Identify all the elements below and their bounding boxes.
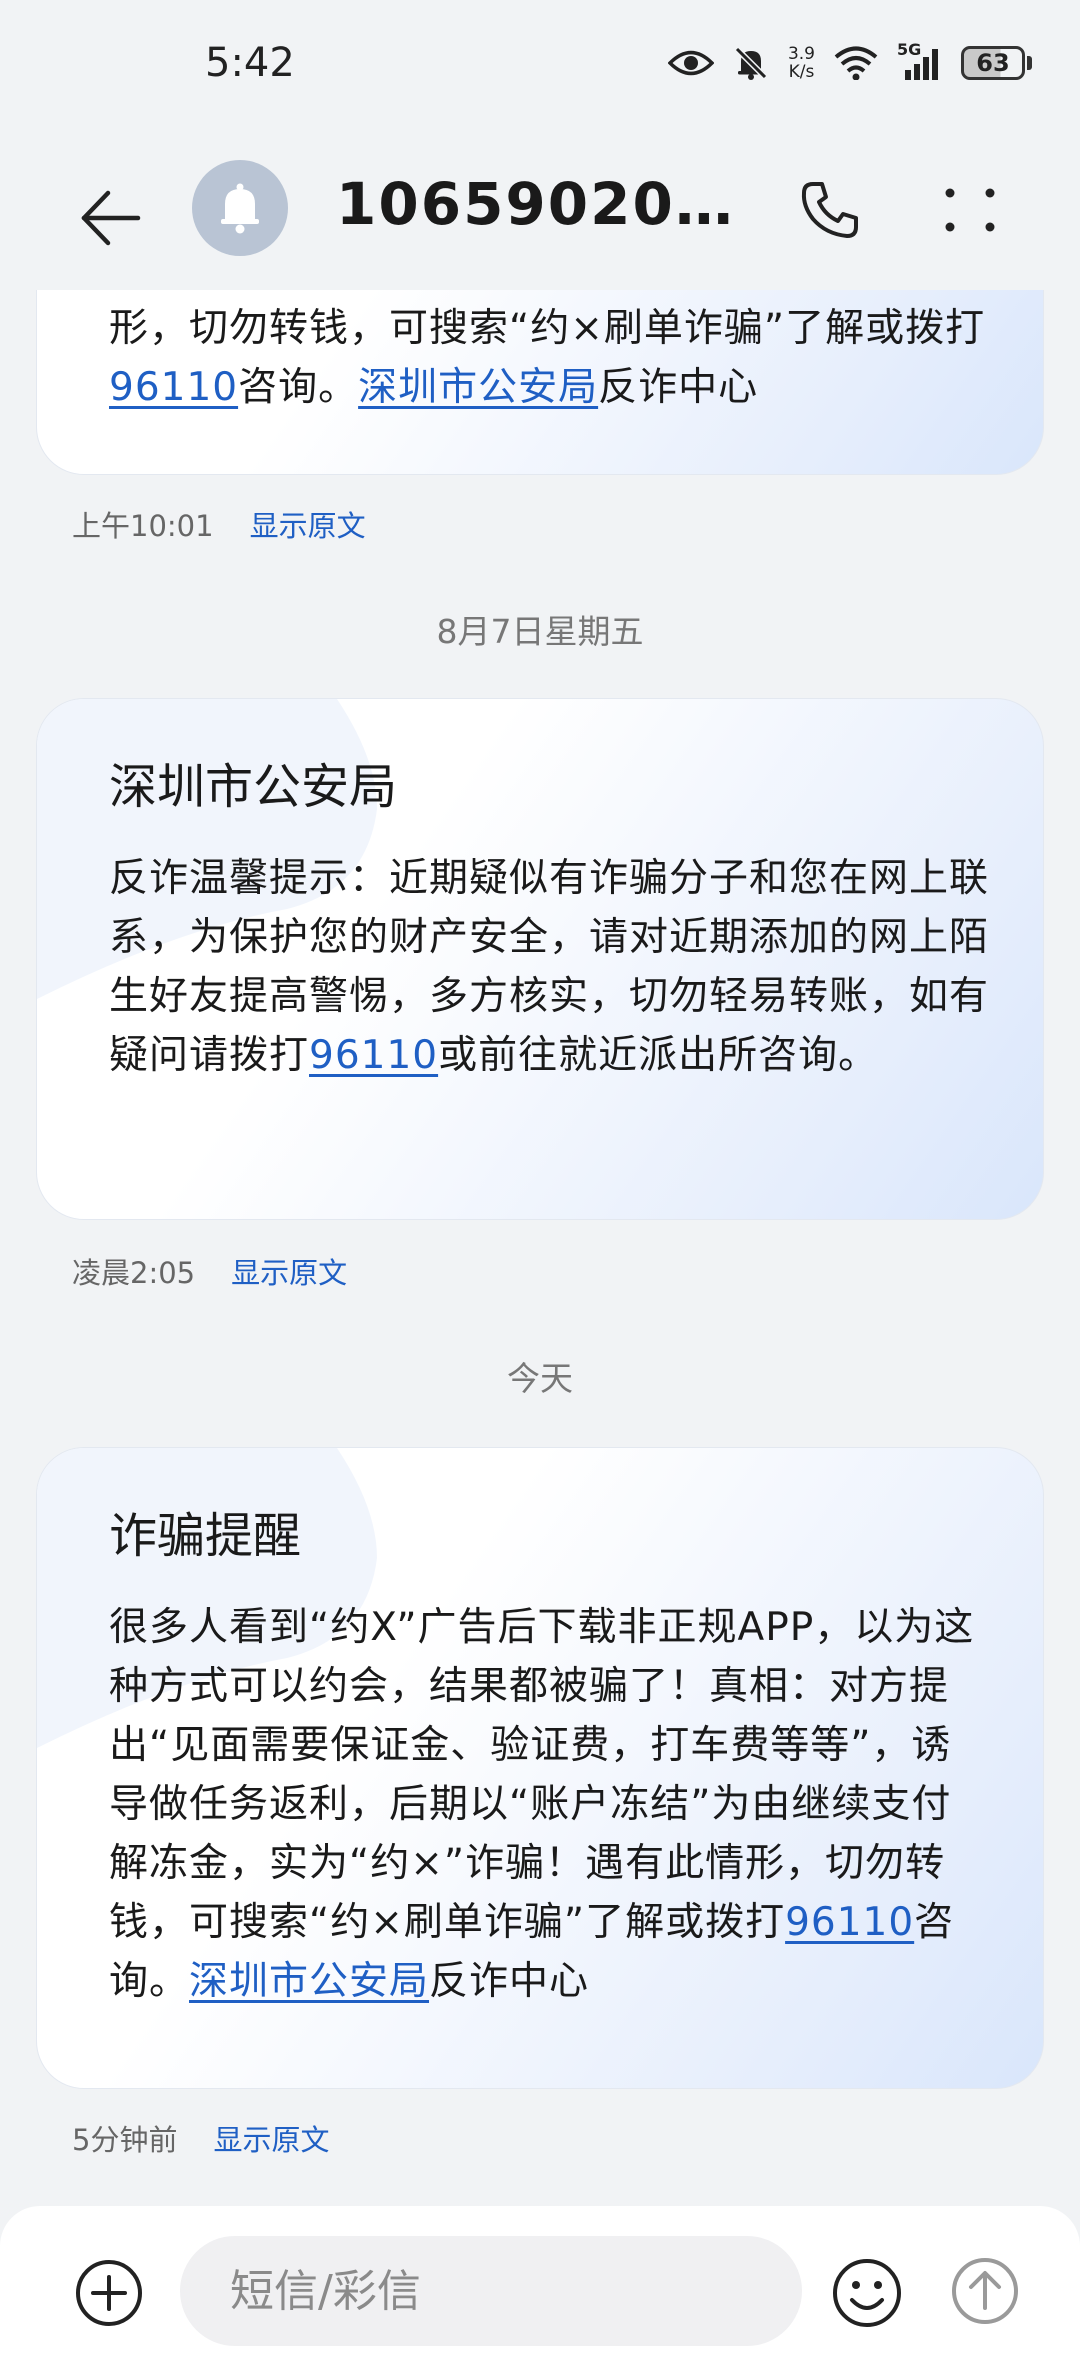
date-separator: 今天 bbox=[507, 1359, 573, 1398]
back-button[interactable] bbox=[70, 178, 150, 258]
status-time: 5:42 bbox=[205, 40, 295, 86]
message-title: 诈骗提醒 bbox=[109, 1508, 302, 1564]
more-options-button[interactable] bbox=[930, 170, 1010, 250]
organization-link[interactable]: 深圳市公安局 bbox=[358, 365, 598, 410]
message-text: 反诈中心 bbox=[598, 365, 759, 410]
message-title: 深圳市公安局 bbox=[109, 759, 398, 815]
conversation-header: 1065902002... bbox=[0, 140, 1080, 290]
network-speed-unit: K/s bbox=[788, 62, 815, 82]
network-speed-value: 3.9 bbox=[787, 44, 815, 64]
bell-muted-icon bbox=[734, 46, 768, 80]
contact-number[interactable]: 1065902002... bbox=[336, 170, 756, 238]
battery-indicator: 63 bbox=[961, 46, 1032, 80]
message-bubble[interactable]: 深圳市公安局 反诈温馨提示：近期疑似有诈骗分子和您在网上联系，为保护您的财产安全… bbox=[36, 698, 1044, 1220]
send-up-icon[interactable] bbox=[950, 2256, 1020, 2326]
wifi-icon bbox=[834, 46, 878, 80]
arrow-left-icon bbox=[81, 190, 141, 246]
organization-link[interactable]: 深圳市公安局 bbox=[189, 1959, 429, 2004]
phone-link[interactable]: 96110 bbox=[785, 1900, 914, 1945]
more-vertical-icon bbox=[945, 188, 995, 232]
message-meta: 上午10:01 显示原文 bbox=[72, 503, 366, 545]
message-bubble[interactable]: 诈骗提醒 很多人看到“约X”广告后下载非正规APP，以为这种方式可以约会，结果都… bbox=[36, 1447, 1044, 2089]
avatar[interactable] bbox=[192, 160, 288, 256]
sms-conversation-screen: 5:42 3.9 K/s 5G 63 1065902002 形，切勿转钱，可搜索… bbox=[0, 0, 1080, 2376]
date-separator: 8月7日星期五 bbox=[436, 612, 644, 651]
message-body: 很多人看到“约X”广告后下载非正规APP，以为这种方式可以约会，结果都被骗了！真… bbox=[109, 1598, 989, 2011]
message-text: 咨询。 bbox=[238, 365, 359, 410]
message-time: 5分钟前 bbox=[72, 2123, 178, 2157]
cellular-signal: 5G bbox=[897, 40, 943, 80]
message-body: 形，切勿转钱，可搜索“约×刷单诈骗”了解或拨打 96110咨询。深圳市公安局反诈中… bbox=[109, 299, 989, 417]
message-time: 上午10:01 bbox=[72, 509, 214, 543]
network-type: 5G bbox=[897, 40, 922, 59]
battery-level: 63 bbox=[961, 46, 1025, 80]
status-icons: 3.9 K/s 5G 63 bbox=[667, 40, 1032, 82]
phone-link[interactable]: 96110 bbox=[109, 365, 238, 410]
message-meta: 5分钟前 显示原文 bbox=[72, 2117, 329, 2159]
bell-icon bbox=[221, 183, 259, 234]
message-body: 反诈温馨提示：近期疑似有诈骗分子和您在网上联系，为保护您的财产安全，请对近期添加… bbox=[109, 849, 989, 1085]
message-meta: 凌晨2:05 显示原文 bbox=[72, 1250, 347, 1292]
message-text: 反诈中心 bbox=[429, 1959, 590, 2004]
show-original-button[interactable]: 显示原文 bbox=[250, 503, 366, 545]
message-text: 很多人看到“约X”广告后下载非正规APP，以为这种方式可以约会，结果都被骗了！真… bbox=[109, 1605, 975, 1945]
message-input[interactable] bbox=[180, 2236, 802, 2346]
battery-tip bbox=[1027, 56, 1032, 70]
phone-icon bbox=[801, 182, 858, 238]
call-button[interactable] bbox=[790, 170, 870, 250]
message-text: 形，切勿转钱，可搜索“约×刷单诈骗”了解或拨打 bbox=[109, 306, 986, 351]
status-bar: 5:42 3.9 K/s 5G 63 bbox=[0, 0, 1080, 140]
message-time: 凌晨2:05 bbox=[72, 1256, 196, 1290]
phone-link[interactable]: 96110 bbox=[309, 1033, 438, 1078]
show-original-button[interactable]: 显示原文 bbox=[231, 1250, 347, 1292]
compose-bar bbox=[0, 2206, 1080, 2376]
plus-circle-icon[interactable] bbox=[72, 2256, 146, 2330]
network-speed: 3.9 K/s bbox=[788, 45, 815, 81]
message-text: 或前往就近派出所咨询。 bbox=[438, 1033, 879, 1078]
show-original-button[interactable]: 显示原文 bbox=[213, 2117, 329, 2159]
eye-icon bbox=[667, 50, 714, 76]
smiley-icon[interactable] bbox=[830, 2256, 904, 2330]
